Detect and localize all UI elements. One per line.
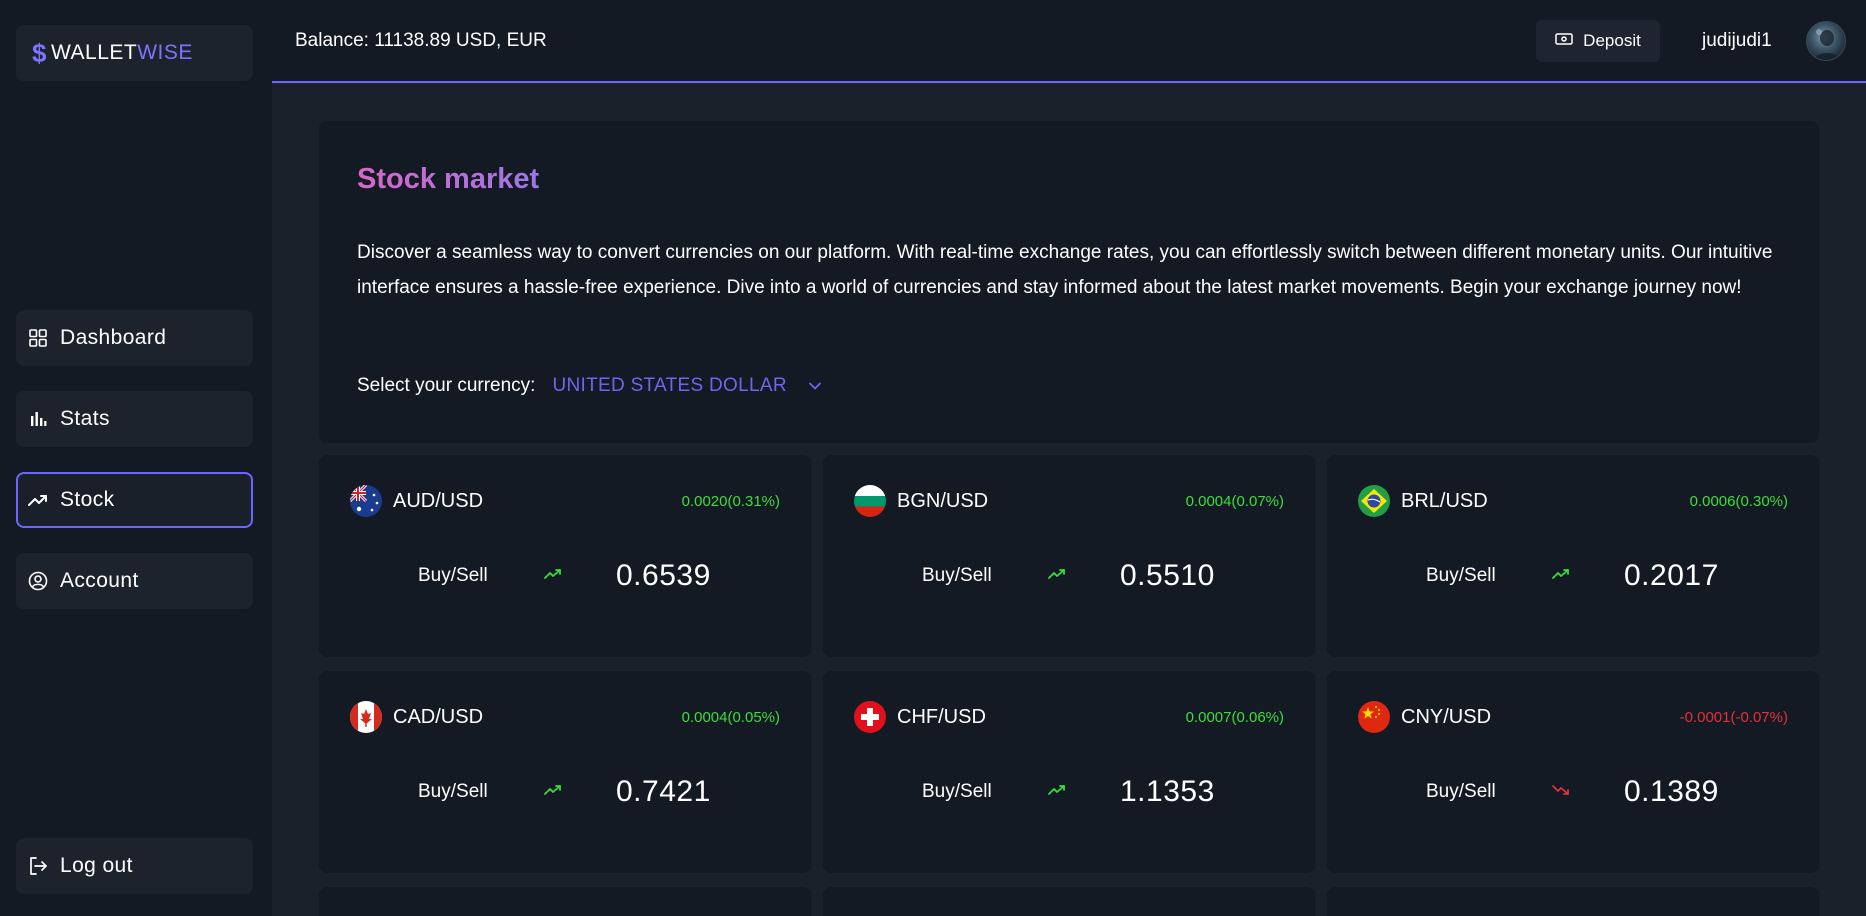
exchange-rate: 0.6539	[616, 559, 711, 592]
exchange-rate: 0.5510	[1120, 559, 1215, 592]
buy-sell-label[interactable]: Buy/Sell	[418, 781, 488, 803]
currency-card-partial[interactable]	[319, 887, 811, 916]
buy-sell-label[interactable]: Buy/Sell	[1426, 781, 1496, 803]
avatar[interactable]	[1806, 21, 1846, 61]
change-value: 0.0004(0.07%)	[1185, 493, 1284, 510]
trending-down-icon	[1552, 783, 1570, 802]
top-bar: Balance: 11138.89 USD, EUR Deposit judij…	[272, 0, 1866, 83]
username[interactable]: judijudi1	[1702, 30, 1772, 52]
sidebar: $ WALLET WISE Dashboard Stats Stock Acco…	[0, 0, 272, 916]
trending-up-icon	[1552, 567, 1570, 586]
deposit-label: Deposit	[1583, 31, 1641, 50]
trending-up-icon	[28, 490, 48, 510]
currency-card-brl[interactable]: BRL/USD 0.0006(0.30%) Buy/Sell 0.2017	[1327, 455, 1819, 657]
currency-pair: BRL/USD	[1401, 490, 1488, 512]
logo-text-wallet: WALLET	[50, 41, 138, 64]
bar-chart-icon	[28, 409, 48, 429]
trending-up-icon	[544, 783, 562, 802]
page-description: Discover a seamless way to convert curre…	[357, 242, 1773, 298]
currency-pair: BGN/USD	[897, 490, 989, 512]
chevron-down-icon[interactable]	[808, 382, 821, 390]
sidebar-item-dashboard[interactable]: Dashboard	[16, 310, 253, 366]
buy-sell-label[interactable]: Buy/Sell	[922, 565, 992, 587]
sidebar-item-label: Stats	[60, 407, 110, 430]
currency-card-cny[interactable]: CNY/USD -0.0001(-0.07%) Buy/Sell 0.1389	[1327, 671, 1819, 873]
switzerland-flag-icon	[854, 701, 886, 733]
change-value: 0.0020(0.31%)	[681, 493, 780, 510]
cash-icon	[1555, 31, 1573, 51]
currency-pair: CNY/USD	[1401, 706, 1492, 728]
exchange-rate: 1.1353	[1120, 775, 1215, 808]
app-root: $ WALLET WISE Dashboard Stats Stock Acco…	[0, 0, 1866, 916]
change-value: -0.0001(-0.07%)	[1679, 709, 1788, 726]
currency-select[interactable]: UNITED STATES DOLLAR	[552, 375, 786, 397]
buy-sell-label[interactable]: Buy/Sell	[922, 781, 992, 803]
logout-button[interactable]: Log out	[16, 838, 253, 894]
brazil-flag-icon	[1358, 485, 1390, 517]
logo[interactable]: $ WALLET WISE	[16, 25, 253, 81]
bulgaria-flag-icon	[854, 485, 886, 517]
buy-sell-label[interactable]: Buy/Sell	[1426, 565, 1496, 587]
sidebar-item-label: Account	[60, 569, 139, 592]
logout-label: Log out	[60, 854, 133, 877]
page-title: Stock market	[357, 163, 540, 195]
sidebar-item-label: Dashboard	[60, 326, 167, 349]
sidebar-item-stats[interactable]: Stats	[16, 391, 253, 447]
trending-up-icon	[1048, 567, 1066, 586]
currency-pair: AUD/USD	[393, 490, 484, 512]
stock-market-panel: Stock market Discover a seamless way to …	[319, 121, 1819, 443]
trending-up-icon	[544, 567, 562, 586]
exchange-rate: 0.2017	[1624, 559, 1719, 592]
dollar-logo-icon: $	[32, 37, 47, 68]
sidebar-item-account[interactable]: Account	[16, 553, 253, 609]
sidebar-item-stock[interactable]: Stock	[16, 472, 253, 528]
australia-flag-icon	[350, 485, 382, 517]
sidebar-item-label: Stock	[60, 488, 115, 511]
currency-card-cad[interactable]: CAD/USD 0.0004(0.05%) Buy/Sell 0.7421	[319, 671, 811, 873]
currency-pair: CAD/USD	[393, 706, 484, 728]
deposit-button[interactable]: Deposit	[1536, 20, 1660, 62]
currency-select-label: Select your currency:	[357, 375, 536, 396]
change-value: 0.0004(0.05%)	[681, 709, 780, 726]
canada-flag-icon	[350, 701, 382, 733]
currency-card-bgn[interactable]: BGN/USD 0.0004(0.07%) Buy/Sell 0.5510	[823, 455, 1315, 657]
currency-card-partial[interactable]	[1327, 887, 1819, 916]
currency-pair: CHF/USD	[897, 706, 986, 728]
change-value: 0.0007(0.06%)	[1185, 709, 1284, 726]
balance-text: Balance: 11138.89 USD, EUR	[295, 30, 547, 51]
currency-select-row: Select your currency: UNITED STATES DOLL…	[357, 375, 821, 397]
trending-up-icon	[1048, 783, 1066, 802]
china-flag-icon	[1358, 701, 1390, 733]
logout-icon	[28, 856, 48, 876]
buy-sell-label[interactable]: Buy/Sell	[418, 565, 488, 587]
exchange-rate: 0.7421	[616, 775, 711, 808]
logo-text-wise: WISE	[137, 41, 193, 64]
grid-icon	[28, 328, 48, 348]
change-value: 0.0006(0.30%)	[1689, 493, 1788, 510]
currency-card-partial[interactable]	[823, 887, 1315, 916]
currency-card-aud[interactable]: AUD/USD 0.0020(0.31%) Buy/Sell 0.6539	[319, 455, 811, 657]
exchange-rate: 0.1389	[1624, 775, 1719, 808]
currency-card-chf[interactable]: CHF/USD 0.0007(0.06%) Buy/Sell 1.1353	[823, 671, 1315, 873]
user-circle-icon	[28, 571, 48, 591]
